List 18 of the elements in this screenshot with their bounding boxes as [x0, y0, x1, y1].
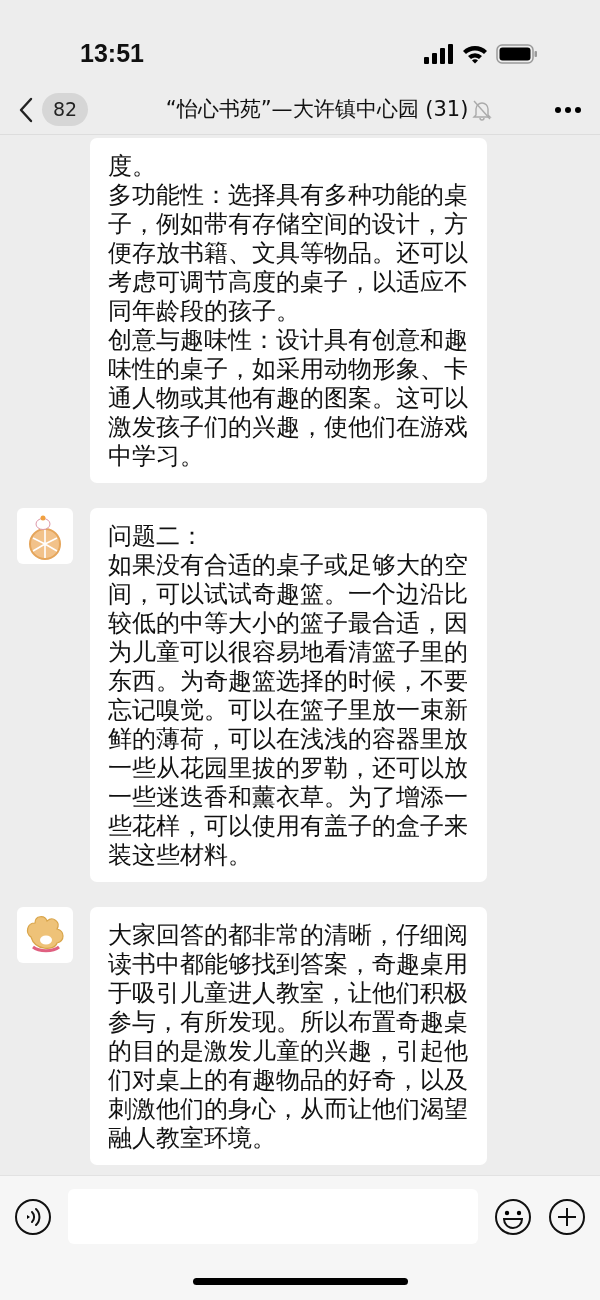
wifi-icon: [462, 43, 488, 64]
unread-count: 82: [42, 93, 89, 126]
emoji-icon[interactable]: [494, 1197, 532, 1236]
message-text: 问题二：: [108, 522, 205, 551]
message-text: 度。: [108, 152, 157, 181]
avatar-icon[interactable]: [17, 907, 73, 963]
message-text: 创意与趣味性：设计具有创意和趣味性的桌子，如采用动物形象、卡通人物或其他有趣的图案。这可以激发孩子们的兴趣，使他们在游戏中学习。: [108, 326, 469, 471]
signal-icon: [424, 43, 454, 64]
plus-icon[interactable]: [548, 1197, 586, 1236]
status-time: 13:51: [80, 37, 144, 69]
message-text: 大家回答的都非常的清晰，仔细阅读书中都能够找到答案，奇趣桌用于吸引儿童进人教室，让他们积极参与，有所发现。所以布置奇趣桌的目的是激发儿童的兴趣，引起他们对桌上的有趣物品的好奇，以及刺激他们的身心，从而让他们渴望融人教室环境。: [108, 921, 469, 1153]
more-icon[interactable]: [554, 105, 582, 114]
message-text: 如果没有合适的桌子或足够大的空间，可以试试奇趣篮。一个边沿比较低的中等大小的篮子最合适，因为儿童可以很容易地看清篮子里的东西。为奇趣篮选择的时候，不要忘记嗅觉。可以在篮子里放一束新鲜的薄荷，可以在浅浅的容器里放一些从花园里拔的罗勒，还可以放一些迷迭香和薰衣草。为了增添一些花样，可以使用有盖子的盒子来装这些材料。: [108, 551, 469, 870]
battery-icon: [496, 43, 538, 64]
voice-icon[interactable]: [14, 1197, 52, 1236]
back-icon[interactable]: [18, 96, 34, 123]
message-text: 多功能性：选择具有多种功能的桌子，例如带有存储空间的设计，方便存放书籍、文具等物品。还可以考虑可调节高度的桌子，以适应不同年龄段的孩子。: [108, 181, 469, 326]
chat-title: “怡心书苑”—大许镇中心园 (31): [165, 95, 469, 123]
